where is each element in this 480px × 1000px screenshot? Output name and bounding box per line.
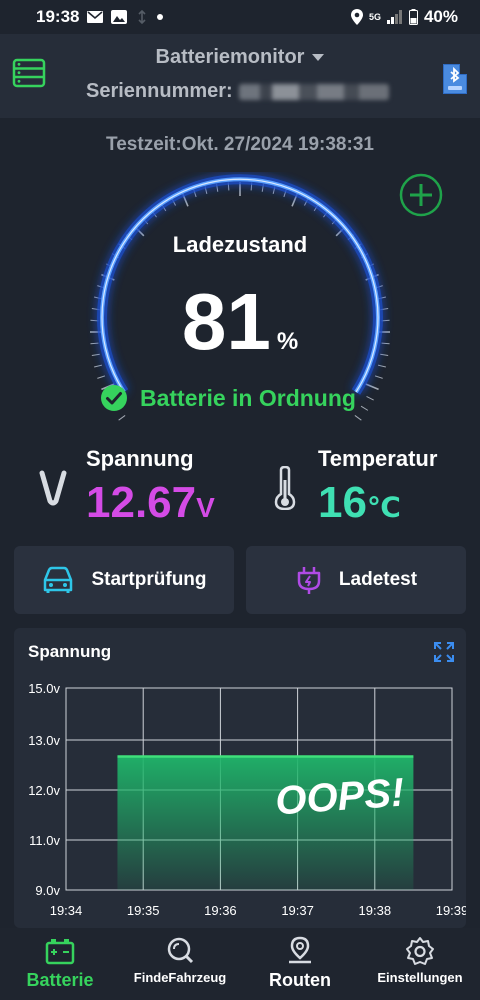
temperature-number: 16 (318, 478, 367, 527)
charge-test-label: Ladetest (338, 569, 418, 590)
voltage-reading: Spannung 12.67V (86, 446, 215, 528)
temperature-reading: Temperatur 16℃ (318, 446, 437, 528)
temperature-value: 16℃ (318, 478, 437, 528)
x-tick-label: 19:36 (204, 903, 237, 918)
search-icon (167, 937, 194, 964)
x-tick-label: 19:39 (436, 903, 466, 918)
location-pin-icon (289, 936, 311, 964)
voltage-label: Spannung (86, 446, 194, 471)
voltage-number: 12.67 (86, 478, 197, 527)
nav-item-batterie[interactable]: Batterie (0, 928, 120, 1000)
signal-icon (386, 10, 402, 24)
y-tick-label: 13.0v (28, 733, 60, 748)
chart-title: Spannung (28, 642, 112, 661)
start-test-label: Startprüfung (91, 569, 207, 590)
expand-icon[interactable] (434, 642, 454, 662)
serial-label: Seriennummer: (86, 80, 233, 102)
x-axis-labels: 19:34 19:35 19:36 19:37 19:38 19:39 (50, 903, 466, 918)
voltage-chart: 15.0v 13.0v 12.0v 11.0v 9.0v 19:34 19:35 19:36… (28, 681, 466, 918)
x-tick-label: 19:34 (50, 903, 83, 918)
bluetooth-device-icon[interactable] (440, 60, 470, 98)
gauge-tick (97, 375, 106, 379)
voltage-icon (39, 470, 67, 506)
gauge-tick (374, 375, 383, 379)
gauge-label: Ladezustand (172, 232, 308, 257)
gear-icon (406, 937, 434, 965)
nav-label-batterie: Batterie (26, 970, 94, 990)
x-tick-label: 19:35 (127, 903, 160, 918)
network-type: 5G (368, 12, 381, 22)
gauge-tick (366, 396, 374, 401)
y-axis-labels: 15.0v 13.0v 12.0v 11.0v 9.0v (28, 681, 60, 898)
gauge-tick (118, 415, 126, 421)
gauge-tick (354, 415, 362, 421)
add-icon[interactable] (398, 172, 444, 218)
plug-icon (297, 567, 321, 594)
x-tick-label: 19:38 (359, 903, 392, 918)
bottom-navigation: Batterie FindeFahrzeug Routen Einstellun… (0, 928, 480, 1000)
nav-item-routen[interactable]: Routen (240, 928, 360, 1000)
car-icon (44, 566, 73, 593)
notification-dot (157, 14, 164, 20)
battery-status: Batterie in Ordnung (100, 384, 356, 412)
image-icon (111, 10, 128, 24)
chevron-down-icon (312, 54, 325, 62)
test-time: Testzeit:Okt. 27/2024 19:38:31 (106, 134, 374, 155)
charge-test-button[interactable]: Ladetest (246, 546, 466, 614)
nav-label-einstellungen: Einstellungen (377, 970, 463, 985)
thermometer-icon (274, 466, 296, 510)
nav-label-findefahrzeug: FindeFahrzeug (133, 970, 227, 985)
status-bar: 19:38 5G 40% (0, 0, 480, 34)
y-tick-label: 11.0v (29, 833, 60, 848)
voltage-chart-card: 15.0v 13.0v 12.0v 11.0v 9.0v 19:34 19:35 19:36… (14, 628, 466, 928)
nav-item-einstellungen[interactable]: Einstellungen (360, 928, 480, 1000)
voltage-unit: V (196, 492, 215, 523)
charge-percent-unit: % (276, 328, 299, 355)
gauge-value: 81% (0, 276, 480, 368)
page-title: Batteriemonitor (155, 46, 305, 68)
serial-value-redacted (238, 83, 389, 100)
serial-number: Seriennummer: (86, 80, 389, 103)
sync-icon (138, 10, 147, 24)
battery-status-text: Batterie in Ordnung (140, 384, 356, 411)
mail-icon (87, 11, 104, 23)
y-tick-label: 12.0v (28, 783, 60, 798)
battery-percent: 40% (423, 7, 458, 26)
temperature-unit: ℃ (366, 492, 401, 523)
y-tick-label: 15.0v (28, 681, 60, 696)
gauge-tick (360, 405, 369, 411)
temperature-label: Temperatur (318, 446, 438, 471)
charge-percent-value: 81 (181, 277, 271, 366)
clock: 19:38 (36, 7, 80, 26)
nav-label-routen: Routen (269, 970, 331, 990)
y-tick-label: 9.0v (35, 883, 60, 898)
check-circle-icon (101, 385, 127, 411)
location-icon (350, 9, 363, 25)
battery-icon (45, 939, 75, 965)
start-test-button[interactable]: Startprüfung (14, 546, 234, 614)
chart-overlay-text: OOPS! (274, 771, 406, 824)
battery-status-icon (408, 9, 418, 25)
device-selector[interactable]: Batteriemonitor (0, 46, 480, 69)
app-header: Batteriemonitor Seriennummer: (0, 34, 480, 118)
gauge-tick (365, 383, 379, 391)
x-tick-label: 19:37 (281, 903, 314, 918)
voltage-value: 12.67V (86, 478, 215, 528)
nav-item-findefahrzeug[interactable]: FindeFahrzeug (120, 928, 240, 1000)
